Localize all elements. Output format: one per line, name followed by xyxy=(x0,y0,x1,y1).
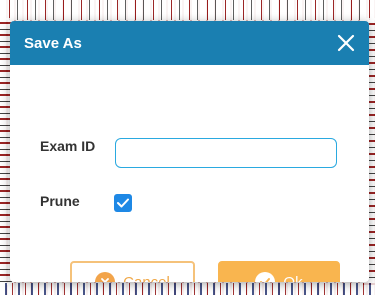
dialog-titlebar: Save As xyxy=(10,21,369,65)
exam-id-label: Exam ID xyxy=(40,138,96,154)
waveform-strip-top xyxy=(0,0,375,20)
ok-button-label: Ok xyxy=(283,273,303,283)
exam-id-row: Exam ID xyxy=(40,138,95,154)
prune-checkbox[interactable] xyxy=(114,194,132,212)
dialog-title: Save As xyxy=(24,34,82,52)
cancel-button[interactable]: Cancel xyxy=(70,261,195,282)
close-circle-icon xyxy=(95,272,116,282)
waveform-strip-bottom xyxy=(0,283,375,295)
save-as-dialog: Save As Exam ID Prune Cancel Ok xyxy=(10,21,369,282)
prune-label: Prune xyxy=(40,193,80,209)
dialog-content: Exam ID Prune Cancel Ok xyxy=(10,65,369,282)
prune-row: Prune xyxy=(40,193,80,211)
close-icon[interactable] xyxy=(335,32,357,54)
checkmark-icon xyxy=(117,198,129,208)
exam-id-input[interactable] xyxy=(115,138,337,168)
ok-button[interactable]: Ok xyxy=(218,261,340,282)
check-circle-icon xyxy=(255,272,276,282)
cancel-button-label: Cancel xyxy=(123,273,170,283)
